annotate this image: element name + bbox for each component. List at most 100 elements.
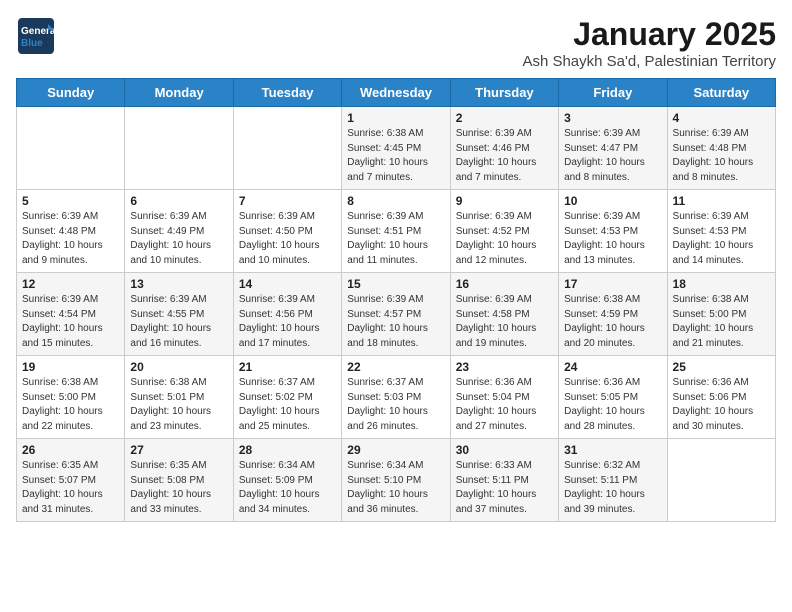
day-info: Sunrise: 6:35 AM Sunset: 5:07 PM Dayligh… bbox=[22, 459, 119, 517]
day-info: Sunrise: 6:39 AM Sunset: 4:48 PM Dayligh… bbox=[22, 210, 119, 268]
calendar-subtitle: Ash Shaykh Sa'd, Palestinian Territory bbox=[522, 53, 776, 70]
day-info: Sunrise: 6:39 AM Sunset: 4:50 PM Dayligh… bbox=[239, 210, 336, 268]
day-number: 21 bbox=[239, 360, 336, 374]
day-info: Sunrise: 6:39 AM Sunset: 4:47 PM Dayligh… bbox=[564, 127, 661, 185]
calendar-cell: 20 Sunrise: 6:38 AM Sunset: 5:01 PM Dayli… bbox=[125, 356, 233, 439]
calendar-title: January 2025 bbox=[522, 16, 776, 53]
calendar-cell: 27Sunrise: 6:35 AM Sunset: 5:08 PM Dayli… bbox=[125, 439, 233, 522]
day-info: Sunrise: 6:38 AM Sunset: 5:00 PM Dayligh… bbox=[22, 376, 119, 434]
day-info: Sunrise: 6:37 AM Sunset: 5:03 PM Dayligh… bbox=[347, 376, 444, 434]
day-info: Sunrise: 6:36 AM Sunset: 5:06 PM Dayligh… bbox=[673, 376, 770, 434]
day-number: 27 bbox=[130, 443, 227, 457]
day-number: 31 bbox=[564, 443, 661, 457]
calendar-cell: 7Sunrise: 6:39 AM Sunset: 4:50 PM Daylig… bbox=[233, 190, 341, 273]
calendar-cell bbox=[17, 107, 125, 190]
week-row-5: 26 Sunrise: 6:35 AM Sunset: 5:07 PM Dayli… bbox=[17, 439, 776, 522]
day-number: 20 bbox=[130, 360, 227, 374]
calendar-cell: 21Sunrise: 6:37 AM Sunset: 5:02 PM Dayli… bbox=[233, 356, 341, 439]
calendar-cell: 24 Sunrise: 6:36 AM Sunset: 5:05 PM Dayli… bbox=[559, 356, 667, 439]
calendar-header: SundayMondayTuesdayWednesdayThursdayFrid… bbox=[17, 79, 776, 107]
calendar-cell: 4Sunrise: 6:39 AM Sunset: 4:48 PM Daylig… bbox=[667, 107, 775, 190]
header-thursday: Thursday bbox=[450, 79, 558, 107]
calendar-cell bbox=[233, 107, 341, 190]
calendar-cell: 12 Sunrise: 6:39 AM Sunset: 4:54 PM Dayli… bbox=[17, 273, 125, 356]
calendar-cell: 11 Sunrise: 6:39 AM Sunset: 4:53 PM Dayli… bbox=[667, 190, 775, 273]
day-number: 12 bbox=[22, 277, 119, 291]
header-tuesday: Tuesday bbox=[233, 79, 341, 107]
calendar-cell: 9Sunrise: 6:39 AM Sunset: 4:52 PM Daylig… bbox=[450, 190, 558, 273]
day-number: 18 bbox=[673, 277, 770, 291]
day-number: 24 bbox=[564, 360, 661, 374]
day-info: Sunrise: 6:38 AM Sunset: 5:00 PM Dayligh… bbox=[673, 293, 770, 351]
calendar-cell: 29Sunrise: 6:34 AM Sunset: 5:10 PM Dayli… bbox=[342, 439, 450, 522]
calendar-cell: 13 Sunrise: 6:39 AM Sunset: 4:55 PM Dayli… bbox=[125, 273, 233, 356]
day-info: Sunrise: 6:38 AM Sunset: 5:01 PM Dayligh… bbox=[130, 376, 227, 434]
week-row-1: 1 Sunrise: 6:38 AM Sunset: 4:45 PM Daylig… bbox=[17, 107, 776, 190]
page-header: General Blue January 2025 Ash Shaykh Sa'… bbox=[16, 16, 776, 70]
day-info: Sunrise: 6:39 AM Sunset: 4:51 PM Dayligh… bbox=[347, 210, 444, 268]
day-number: 10 bbox=[564, 194, 661, 208]
day-info: Sunrise: 6:39 AM Sunset: 4:46 PM Dayligh… bbox=[456, 127, 553, 185]
calendar-cell: 16 Sunrise: 6:39 AM Sunset: 4:58 PM Dayli… bbox=[450, 273, 558, 356]
title-block: January 2025 Ash Shaykh Sa'd, Palestinia… bbox=[522, 16, 776, 70]
header-sunday: Sunday bbox=[17, 79, 125, 107]
calendar-cell: 26 Sunrise: 6:35 AM Sunset: 5:07 PM Dayli… bbox=[17, 439, 125, 522]
day-info: Sunrise: 6:34 AM Sunset: 5:09 PM Dayligh… bbox=[239, 459, 336, 517]
calendar-cell bbox=[125, 107, 233, 190]
header-row: SundayMondayTuesdayWednesdayThursdayFrid… bbox=[17, 79, 776, 107]
day-info: Sunrise: 6:39 AM Sunset: 4:48 PM Dayligh… bbox=[673, 127, 770, 185]
day-number: 26 bbox=[22, 443, 119, 457]
calendar-cell: 5 Sunrise: 6:39 AM Sunset: 4:48 PM Daylig… bbox=[17, 190, 125, 273]
calendar-cell: 2 Sunrise: 6:39 AM Sunset: 4:46 PM Daylig… bbox=[450, 107, 558, 190]
day-info: Sunrise: 6:39 AM Sunset: 4:53 PM Dayligh… bbox=[673, 210, 770, 268]
calendar-cell: 18 Sunrise: 6:38 AM Sunset: 5:00 PM Dayli… bbox=[667, 273, 775, 356]
day-number: 6 bbox=[130, 194, 227, 208]
week-row-4: 19 Sunrise: 6:38 AM Sunset: 5:00 PM Dayli… bbox=[17, 356, 776, 439]
day-info: Sunrise: 6:34 AM Sunset: 5:10 PM Dayligh… bbox=[347, 459, 444, 517]
day-info: Sunrise: 6:39 AM Sunset: 4:55 PM Dayligh… bbox=[130, 293, 227, 351]
calendar-cell: 25 Sunrise: 6:36 AM Sunset: 5:06 PM Dayli… bbox=[667, 356, 775, 439]
calendar-cell: 1 Sunrise: 6:38 AM Sunset: 4:45 PM Daylig… bbox=[342, 107, 450, 190]
day-info: Sunrise: 6:36 AM Sunset: 5:05 PM Dayligh… bbox=[564, 376, 661, 434]
svg-text:Blue: Blue bbox=[21, 38, 43, 49]
calendar-cell: 6Sunrise: 6:39 AM Sunset: 4:49 PM Daylig… bbox=[125, 190, 233, 273]
header-saturday: Saturday bbox=[667, 79, 775, 107]
day-info: Sunrise: 6:39 AM Sunset: 4:56 PM Dayligh… bbox=[239, 293, 336, 351]
calendar-body: 1 Sunrise: 6:38 AM Sunset: 4:45 PM Daylig… bbox=[17, 107, 776, 522]
day-info: Sunrise: 6:38 AM Sunset: 4:45 PM Dayligh… bbox=[347, 127, 444, 185]
calendar-cell: 15Sunrise: 6:39 AM Sunset: 4:57 PM Dayli… bbox=[342, 273, 450, 356]
day-info: Sunrise: 6:32 AM Sunset: 5:11 PM Dayligh… bbox=[564, 459, 661, 517]
calendar-cell: 14 Sunrise: 6:39 AM Sunset: 4:56 PM Dayli… bbox=[233, 273, 341, 356]
day-number: 13 bbox=[130, 277, 227, 291]
day-number: 30 bbox=[456, 443, 553, 457]
day-number: 28 bbox=[239, 443, 336, 457]
day-number: 1 bbox=[347, 111, 444, 125]
day-number: 14 bbox=[239, 277, 336, 291]
day-number: 22 bbox=[347, 360, 444, 374]
day-number: 16 bbox=[456, 277, 553, 291]
logo: General Blue bbox=[16, 16, 56, 56]
calendar-cell: 3Sunrise: 6:39 AM Sunset: 4:47 PM Daylig… bbox=[559, 107, 667, 190]
calendar-cell: 28 Sunrise: 6:34 AM Sunset: 5:09 PM Dayli… bbox=[233, 439, 341, 522]
day-info: Sunrise: 6:39 AM Sunset: 4:58 PM Dayligh… bbox=[456, 293, 553, 351]
day-info: Sunrise: 6:39 AM Sunset: 4:53 PM Dayligh… bbox=[564, 210, 661, 268]
day-number: 2 bbox=[456, 111, 553, 125]
day-number: 17 bbox=[564, 277, 661, 291]
week-row-2: 5 Sunrise: 6:39 AM Sunset: 4:48 PM Daylig… bbox=[17, 190, 776, 273]
calendar-cell bbox=[667, 439, 775, 522]
day-number: 11 bbox=[673, 194, 770, 208]
logo-icon: General Blue bbox=[16, 16, 56, 56]
day-info: Sunrise: 6:39 AM Sunset: 4:52 PM Dayligh… bbox=[456, 210, 553, 268]
calendar-cell: 17Sunrise: 6:38 AM Sunset: 4:59 PM Dayli… bbox=[559, 273, 667, 356]
calendar-cell: 8Sunrise: 6:39 AM Sunset: 4:51 PM Daylig… bbox=[342, 190, 450, 273]
day-number: 23 bbox=[456, 360, 553, 374]
calendar-cell: 30Sunrise: 6:33 AM Sunset: 5:11 PM Dayli… bbox=[450, 439, 558, 522]
calendar-table: SundayMondayTuesdayWednesdayThursdayFrid… bbox=[16, 78, 776, 522]
day-info: Sunrise: 6:39 AM Sunset: 4:54 PM Dayligh… bbox=[22, 293, 119, 351]
day-number: 19 bbox=[22, 360, 119, 374]
day-number: 25 bbox=[673, 360, 770, 374]
day-number: 5 bbox=[22, 194, 119, 208]
calendar-cell: 19 Sunrise: 6:38 AM Sunset: 5:00 PM Dayli… bbox=[17, 356, 125, 439]
week-row-3: 12 Sunrise: 6:39 AM Sunset: 4:54 PM Dayli… bbox=[17, 273, 776, 356]
day-info: Sunrise: 6:36 AM Sunset: 5:04 PM Dayligh… bbox=[456, 376, 553, 434]
